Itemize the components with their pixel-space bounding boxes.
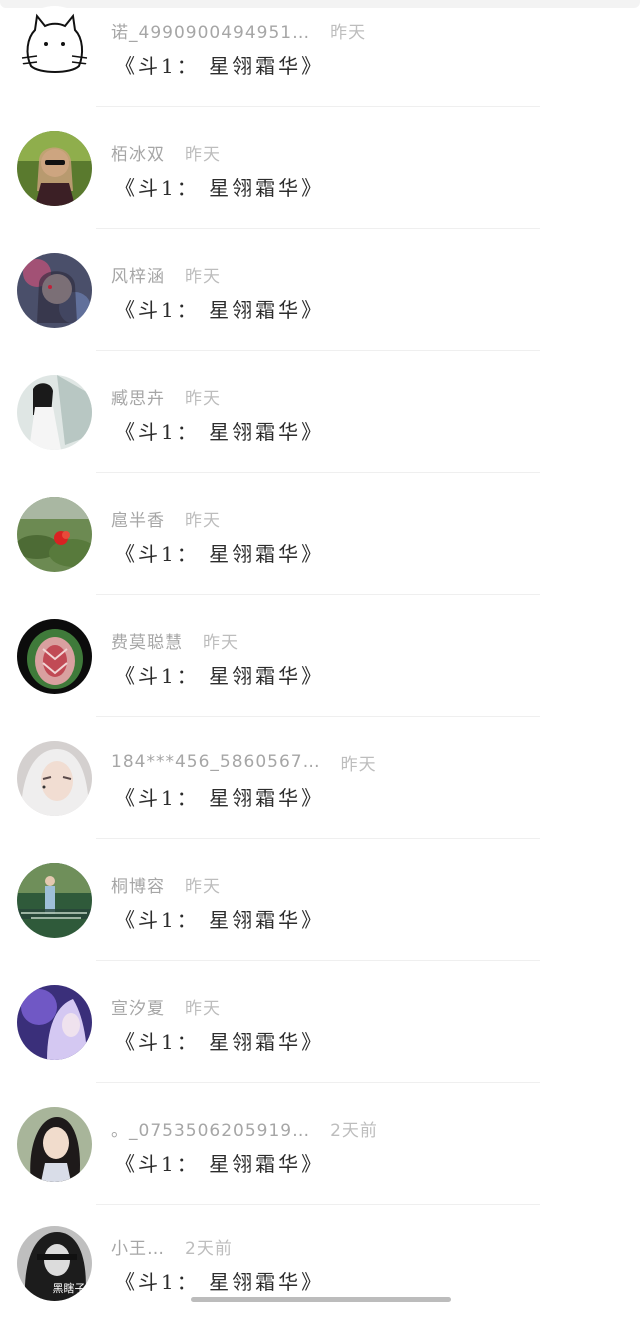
divider — [96, 960, 540, 961]
carved-fruit-avatar[interactable] — [17, 619, 92, 694]
dark-anime-avatar[interactable]: 黑瞎子 — [17, 1226, 92, 1301]
divider — [96, 716, 540, 717]
user-name[interactable]: 栢冰双 — [111, 140, 165, 165]
timestamp: 昨天 — [185, 876, 221, 897]
list-item[interactable]: 费莫聪慧 昨天 《斗1： 星翎霜华》 — [0, 610, 640, 731]
timestamp: 昨天 — [203, 632, 239, 653]
divider — [96, 1204, 540, 1205]
user-name[interactable]: 扈半香 — [111, 506, 165, 531]
comment-text: 《斗1： 星翎霜华》 — [115, 786, 325, 810]
timestamp: 昨天 — [185, 266, 221, 287]
comment-text: 《斗1： 星翎霜华》 — [115, 664, 325, 688]
list-item[interactable]: 宣汐夏 昨天 《斗1： 星翎霜华》 — [0, 976, 640, 1097]
timestamp: 2天前 — [330, 1120, 378, 1141]
girl-sunglasses-avatar[interactable] — [17, 131, 92, 206]
list-item[interactable]: 栢冰双 昨天 《斗1： 星翎霜华》 — [0, 122, 640, 243]
divider — [96, 472, 540, 473]
list-item[interactable]: 桐博容 昨天 《斗1： 星翎霜华》 — [0, 854, 640, 975]
timestamp: 昨天 — [185, 144, 221, 165]
stage-performer-avatar[interactable] — [17, 863, 92, 938]
divider — [96, 838, 540, 839]
timestamp: 昨天 — [185, 510, 221, 531]
comment-text: 《斗1： 星翎霜华》 — [115, 420, 325, 444]
list-item[interactable]: 黑瞎子 小王… 2天前 《斗1： 星翎霜华》 — [0, 1220, 640, 1341]
list-item[interactable]: 臧思卉 昨天 《斗1： 星翎霜华》 — [0, 366, 640, 487]
timestamp: 2天前 — [185, 1238, 233, 1259]
list-item[interactable]: 。_0753506205919… 2天前 《斗1： 星翎霜华》 — [0, 1098, 640, 1219]
user-name[interactable]: 桐博容 — [111, 872, 165, 897]
user-name[interactable]: 。_0753506205919… — [111, 1116, 310, 1141]
list-item[interactable]: 扈半香 昨天 《斗1： 星翎霜华》 — [0, 488, 640, 609]
comment-text: 《斗1： 星翎霜华》 — [115, 176, 325, 200]
comment-text: 《斗1： 星翎霜华》 — [115, 298, 325, 322]
user-name[interactable]: 小王… — [111, 1234, 165, 1259]
user-name[interactable]: 184***456_5860567… — [111, 752, 321, 772]
cat-sketch-avatar[interactable] — [17, 6, 92, 81]
comment-text: 《斗1： 星翎霜华》 — [115, 1152, 325, 1176]
comment-text: 《斗1： 星翎霜华》 — [115, 1030, 325, 1054]
anime-white-hair-avatar[interactable] — [17, 741, 92, 816]
girl-selfie-avatar[interactable] — [17, 1107, 92, 1182]
comment-text: 《斗1： 星翎霜华》 — [115, 54, 325, 78]
purple-anime-avatar[interactable] — [17, 985, 92, 1060]
list-item[interactable]: 184***456_5860567… 昨天 《斗1： 星翎霜华》 — [0, 732, 640, 853]
divider — [96, 594, 540, 595]
white-robe-man-avatar[interactable] — [17, 375, 92, 450]
divider — [96, 1082, 540, 1083]
timestamp: 昨天 — [185, 388, 221, 409]
avatar-caption: 黑瞎子 — [53, 1281, 86, 1295]
timestamp: 昨天 — [330, 22, 367, 43]
divider — [96, 228, 540, 229]
mossy-landscape-avatar[interactable] — [17, 497, 92, 572]
user-name[interactable]: 诺_4990900494951… — [111, 18, 310, 43]
comment-text: 《斗1： 星翎霜华》 — [115, 908, 325, 932]
timestamp: 昨天 — [340, 754, 377, 775]
comment-text: 《斗1： 星翎霜华》 — [115, 542, 325, 566]
user-name[interactable]: 宣汐夏 — [111, 994, 165, 1019]
timestamp: 昨天 — [185, 998, 221, 1019]
divider — [96, 350, 540, 351]
comment-text: 《斗1： 星翎霜华》 — [115, 1270, 325, 1294]
fantasy-girl-avatar[interactable] — [17, 253, 92, 328]
home-indicator[interactable] — [191, 1297, 451, 1302]
user-name[interactable]: 臧思卉 — [111, 384, 165, 409]
user-name[interactable]: 费莫聪慧 — [111, 628, 183, 653]
divider — [96, 106, 540, 107]
user-name[interactable]: 风梓涵 — [111, 262, 165, 287]
list-item[interactable]: 诺_4990900494951… 昨天 《斗1： 星翎霜华》 — [0, 0, 640, 121]
list-item[interactable]: 风梓涵 昨天 《斗1： 星翎霜华》 — [0, 244, 640, 365]
